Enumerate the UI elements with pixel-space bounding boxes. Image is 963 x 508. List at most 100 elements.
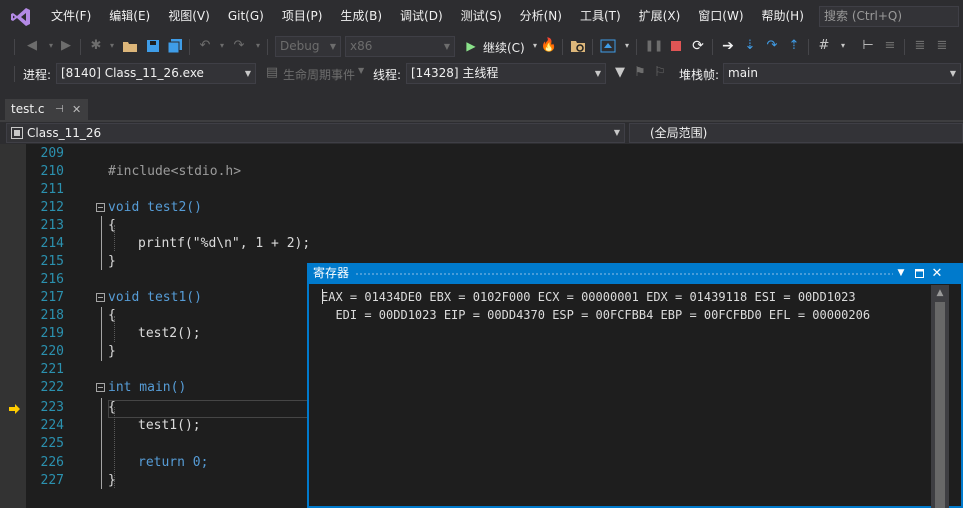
line-number: 217 xyxy=(40,290,64,305)
collapse-icon[interactable] xyxy=(96,383,105,392)
redo-dropdown-icon[interactable]: ▾ xyxy=(250,38,266,54)
stack-frame-label: 堆栈帧: xyxy=(679,68,720,82)
menu-view[interactable]: 视图(V) xyxy=(159,0,219,33)
hot-reload-icon[interactable]: 🔥 xyxy=(541,38,557,54)
tab-test-c[interactable]: test.c ⊣ ✕ xyxy=(5,99,88,120)
navigate-back-icon[interactable]: ◀ xyxy=(24,38,40,54)
line-number: 226 xyxy=(40,455,64,470)
project-dropdown[interactable]: Class_11_26 ▼ xyxy=(6,123,625,143)
new-dropdown-icon[interactable]: ▾ xyxy=(104,38,120,54)
scroll-up-icon[interactable]: ▲ xyxy=(931,285,949,301)
code-line: 210 #include<stdio.h> xyxy=(26,163,963,181)
chevron-down-icon: ▼ xyxy=(244,69,251,78)
title-bar-grip xyxy=(355,272,893,276)
browser-dropdown-icon[interactable]: ▾ xyxy=(619,38,635,54)
browser-link-icon[interactable] xyxy=(600,38,616,54)
menu-tools[interactable]: 工具(T) xyxy=(571,0,630,33)
toolbar-separator xyxy=(562,39,563,55)
line-number: 223 xyxy=(40,400,64,415)
toolbar-separator xyxy=(189,39,190,55)
thread-marker-icon[interactable]: ⊢ xyxy=(860,38,876,54)
toolbar-separator xyxy=(592,39,593,55)
scrollbar-thumb[interactable] xyxy=(935,302,945,508)
debug-location-toolbar: 进程: [8140] Class_11_26.exe ▼ ▤ 生命周期事件 ▼ … xyxy=(0,60,963,87)
show-next-statement-icon[interactable]: ➔ xyxy=(720,38,736,54)
collapse-icon[interactable] xyxy=(96,293,105,302)
window-dropdown-icon[interactable]: ▼ xyxy=(893,263,909,284)
line-number: 214 xyxy=(40,236,64,251)
undo-dropdown-icon[interactable]: ▾ xyxy=(214,38,230,54)
hex-display-icon[interactable]: # xyxy=(816,38,832,54)
toolbar-separator xyxy=(808,39,809,55)
redo-icon[interactable]: ↷ xyxy=(231,38,247,54)
lifecycle-events-button[interactable]: 生命周期事件 xyxy=(283,66,355,83)
code-text: test1(); xyxy=(138,418,201,433)
navigate-forward-icon[interactable]: ▶ xyxy=(58,38,74,54)
scope-dropdown[interactable]: (全局范围) xyxy=(629,123,963,143)
undo-icon[interactable]: ↶ xyxy=(197,38,213,54)
code-line: 214 printf("%d\n", 1 + 2); xyxy=(26,235,963,253)
code-text: void test2() xyxy=(108,200,202,215)
solution-platform-dropdown[interactable]: x86 ▼ xyxy=(345,36,455,57)
step-into-icon[interactable]: ⇣ xyxy=(742,38,758,54)
toolbar-grip xyxy=(14,39,15,55)
open-folder-icon[interactable] xyxy=(122,38,138,54)
continue-play-icon[interactable]: ▶ xyxy=(463,38,479,54)
hex-dropdown-icon[interactable]: ▾ xyxy=(835,38,851,54)
code-text: } xyxy=(108,254,116,269)
toolbar-separator xyxy=(636,39,637,55)
menu-analyze[interactable]: 分析(N) xyxy=(511,0,571,33)
filter-icon[interactable]: ▼ xyxy=(612,65,628,81)
glyph-margin[interactable] xyxy=(0,144,26,508)
flag-threads-icon[interactable]: ⚑ xyxy=(632,65,648,81)
menu-extensions[interactable]: 扩展(X) xyxy=(630,0,690,33)
registers-content[interactable]: EAX = 01434DE0 EBX = 0102F000 ECX = 0000… xyxy=(321,288,870,324)
close-icon[interactable]: ✕ xyxy=(72,99,81,120)
menu-project[interactable]: 项目(P) xyxy=(273,0,332,33)
break-all-icon[interactable]: ❚❚ xyxy=(645,38,663,54)
registers-window[interactable]: 寄存器 ▼ ✕ EAX = 01434DE0 EBX = 0102F000 EC… xyxy=(307,263,963,508)
line-number: 211 xyxy=(40,182,64,197)
document-tab-strip: test.c ⊣ ✕ xyxy=(0,87,963,120)
pin-icon[interactable]: ⊣ xyxy=(55,99,64,120)
comment-out-icon[interactable]: ≣ xyxy=(912,38,928,54)
search-input[interactable]: 搜索 (Ctrl+Q) xyxy=(819,6,959,27)
menu-window[interactable]: 窗口(W) xyxy=(689,0,752,33)
solution-configuration-dropdown[interactable]: Debug ▼ xyxy=(275,36,341,57)
unflag-threads-icon[interactable]: ⚐ xyxy=(652,65,668,81)
registers-title-bar[interactable]: 寄存器 ▼ ✕ xyxy=(309,263,963,284)
new-project-icon[interactable]: ✱ xyxy=(88,38,104,54)
menu-git[interactable]: Git(G) xyxy=(219,0,273,33)
maximize-icon[interactable] xyxy=(911,263,927,284)
toolbar-separator xyxy=(904,39,905,55)
menu-help[interactable]: 帮助(H) xyxy=(753,0,813,33)
process-dropdown[interactable]: [8140] Class_11_26.exe ▼ xyxy=(56,63,256,84)
menu-build[interactable]: 生成(B) xyxy=(331,0,391,33)
save-all-icon[interactable] xyxy=(167,38,183,54)
back-dropdown-icon[interactable]: ▾ xyxy=(43,38,59,54)
align-icon[interactable]: ≡ xyxy=(882,38,898,54)
uncomment-icon[interactable]: ≣ xyxy=(934,38,950,54)
vertical-scrollbar[interactable]: ▲ xyxy=(931,285,949,508)
code-text: printf("%d\n", 1 + 2); xyxy=(138,236,311,251)
menu-debug[interactable]: 调试(D) xyxy=(391,0,452,33)
stack-frame-dropdown[interactable]: main ▼ xyxy=(723,63,961,84)
save-icon[interactable] xyxy=(145,38,161,54)
lifecycle-dropdown-icon[interactable]: ▼ xyxy=(358,66,364,75)
continue-button[interactable]: 继续(C) xyxy=(483,39,525,56)
instruction-pointer-icon xyxy=(9,404,20,414)
menu-file[interactable]: 文件(F) xyxy=(42,0,100,33)
lifecycle-events-icon[interactable]: ▤ xyxy=(264,65,280,81)
close-icon[interactable]: ✕ xyxy=(929,263,945,284)
thread-dropdown[interactable]: [14328] 主线程 ▼ xyxy=(406,63,606,84)
visual-studio-logo-icon[interactable] xyxy=(10,6,32,28)
restart-icon[interactable]: ⟳ xyxy=(690,38,706,54)
stop-debugging-icon[interactable] xyxy=(668,38,684,54)
collapse-icon[interactable] xyxy=(96,203,105,212)
process-explorer-icon[interactable] xyxy=(570,38,586,54)
chevron-down-icon: ▼ xyxy=(613,128,620,137)
step-over-icon[interactable]: ↷ xyxy=(764,38,780,54)
step-out-icon[interactable]: ⇡ xyxy=(786,38,802,54)
menu-edit[interactable]: 编辑(E) xyxy=(100,0,159,33)
menu-test[interactable]: 测试(S) xyxy=(452,0,511,33)
